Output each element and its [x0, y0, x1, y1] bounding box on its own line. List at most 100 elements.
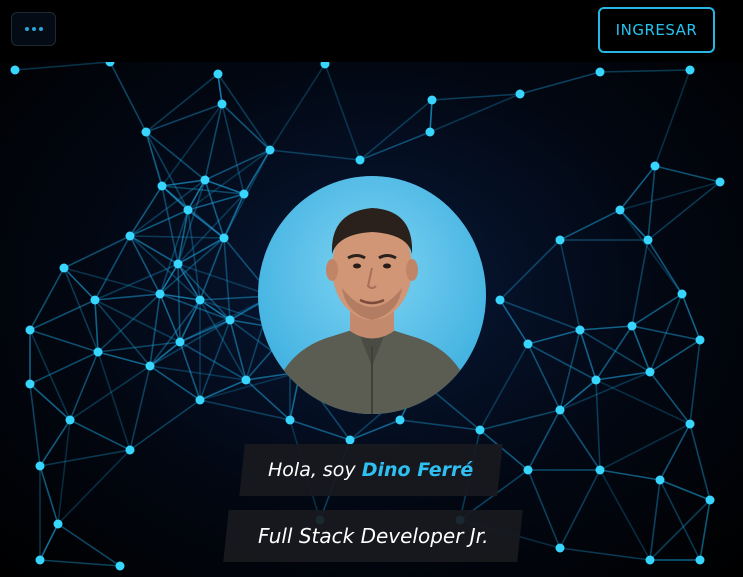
network-node — [35, 461, 45, 471]
network-link — [559, 379, 597, 411]
network-node — [225, 315, 235, 325]
network-link — [527, 343, 561, 411]
network-node — [195, 395, 205, 405]
network-link — [527, 409, 561, 471]
network-link — [519, 71, 601, 95]
network-link — [599, 69, 691, 73]
ellipsis-icon — [24, 27, 29, 31]
network-node — [59, 263, 69, 273]
network-node — [615, 205, 625, 215]
network-link — [429, 99, 433, 133]
role-text: Full Stack Developer Jr. — [257, 524, 489, 548]
network-link — [39, 465, 59, 525]
network-link — [63, 267, 99, 353]
network-node — [175, 337, 185, 347]
network-link — [631, 293, 683, 327]
network-link — [269, 149, 361, 161]
network-link — [97, 341, 181, 353]
network-node — [200, 175, 210, 185]
network-link — [149, 319, 231, 367]
network-link — [479, 343, 529, 431]
network-node — [685, 419, 695, 429]
menu-button[interactable] — [11, 12, 56, 46]
network-link — [654, 69, 691, 167]
network-link — [559, 547, 651, 561]
network-link — [217, 73, 271, 151]
network-link — [659, 479, 711, 501]
network-node — [475, 425, 485, 435]
network-link — [269, 63, 326, 151]
network-node — [425, 127, 435, 137]
network-link — [129, 235, 225, 239]
network-link — [289, 419, 351, 441]
network-node — [157, 181, 167, 191]
network-link — [559, 469, 601, 549]
network-link — [29, 267, 65, 331]
network-node — [90, 295, 100, 305]
network-link — [359, 99, 433, 161]
network-node — [141, 127, 151, 137]
network-link — [245, 379, 291, 421]
network-link — [94, 235, 131, 301]
network-link — [559, 371, 651, 411]
network-node — [715, 177, 725, 187]
network-node — [145, 361, 155, 371]
network-node — [219, 233, 229, 243]
network-node — [695, 335, 705, 345]
network-link — [681, 293, 701, 341]
network-link — [631, 239, 649, 327]
network-link — [199, 399, 291, 421]
network-node — [650, 161, 660, 171]
network-link — [499, 239, 561, 301]
network-node — [555, 405, 565, 415]
network-node — [685, 65, 695, 75]
top-navbar: INGRESAR — [0, 0, 743, 62]
network-link — [527, 329, 581, 345]
network-link — [29, 351, 99, 385]
network-link — [39, 559, 121, 567]
network-link — [149, 365, 201, 401]
network-node — [595, 67, 605, 77]
network-link — [527, 469, 561, 549]
network-link — [97, 351, 131, 451]
network-node — [25, 325, 35, 335]
network-node — [285, 415, 295, 425]
network-link — [559, 209, 621, 241]
network-link — [359, 131, 431, 161]
network-link — [631, 325, 651, 373]
network-node — [695, 555, 705, 565]
network-link — [647, 181, 721, 241]
role-label: Full Stack Developer Jr. — [223, 510, 523, 562]
network-link — [595, 379, 691, 425]
profile-photo — [258, 176, 486, 414]
network-node — [115, 561, 125, 571]
network-link — [654, 165, 721, 183]
network-link — [324, 63, 361, 161]
network-link — [689, 423, 711, 501]
network-link — [149, 365, 247, 381]
network-node — [555, 543, 565, 553]
network-link — [595, 325, 633, 381]
network-node — [355, 155, 365, 165]
network-link — [97, 351, 151, 367]
network-node — [241, 375, 251, 385]
network-node — [125, 231, 135, 241]
network-node — [195, 295, 205, 305]
network-link — [109, 61, 147, 133]
network-link — [57, 523, 121, 567]
network-link — [349, 419, 401, 441]
network-link — [177, 193, 245, 265]
network-link — [559, 239, 581, 331]
ellipsis-icon — [31, 27, 36, 31]
network-node — [495, 295, 505, 305]
network-node — [427, 95, 437, 105]
network-node — [705, 495, 715, 505]
login-button[interactable]: INGRESAR — [598, 7, 715, 53]
network-node — [555, 235, 565, 245]
network-node — [395, 415, 405, 425]
network-link — [29, 383, 71, 421]
greeting-prefix: Hola, soy — [268, 459, 363, 481]
network-link — [221, 103, 271, 151]
network-link — [94, 299, 181, 343]
network-node — [575, 325, 585, 335]
